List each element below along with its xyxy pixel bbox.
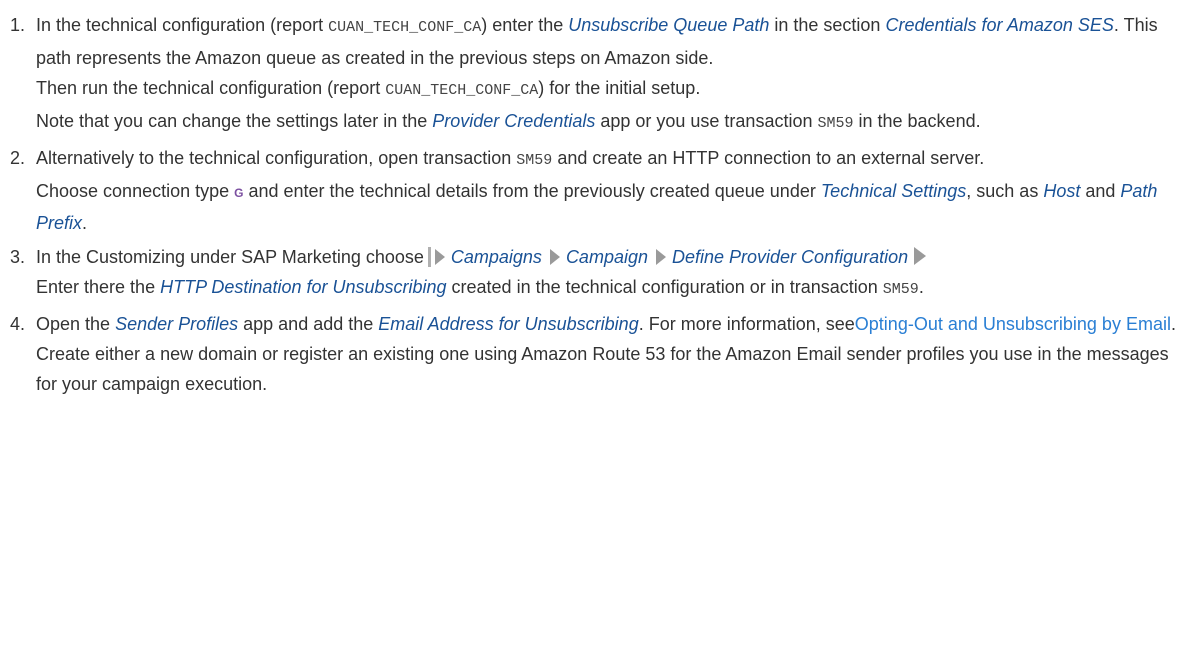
step-3: 3. In the Customizing under SAP Marketin… xyxy=(10,242,1183,305)
document-page: 1. In the technical configuration (repor… xyxy=(0,0,1203,663)
step-number: 1. xyxy=(10,15,26,35)
field-name: Email Address for Unsubscribing xyxy=(378,314,639,334)
field-name: Unsubscribe Queue Path xyxy=(568,15,770,35)
menu-path-end-icon xyxy=(914,247,927,265)
menu-path-item: Define Provider Configuration xyxy=(671,247,909,267)
step-2-paragraph-2: Choose connection type G and enter the t… xyxy=(36,181,1158,233)
menu-path-item: Campaign xyxy=(565,247,648,267)
step-1-paragraph-3: Note that you can change the settings la… xyxy=(36,111,981,132)
step-3-paragraph-2: Enter there the HTTP Destination for Uns… xyxy=(36,277,924,298)
app-name: Sender Profiles xyxy=(115,314,239,334)
opting-out-link[interactable]: Opting-Out and Unsubscribing by Email xyxy=(855,314,1171,334)
step-2: 2. Alternatively to the technical config… xyxy=(10,143,1183,238)
ui-term: Host xyxy=(1043,181,1081,201)
step-number: 4. xyxy=(10,314,26,334)
section-name: Credentials for Amazon SES xyxy=(885,15,1114,35)
report-code: CUAN_TECH_CONF_CA xyxy=(328,19,482,36)
app-name: Provider Credentials xyxy=(432,111,596,131)
step-4-paragraph-1: Open the Sender Profiles app and add the… xyxy=(36,314,1176,334)
menu-path-arrow-icon xyxy=(549,249,560,265)
report-code: CUAN_TECH_CONF_CA xyxy=(385,82,539,99)
step-4-paragraph-2: Create either a new domain or register a… xyxy=(36,344,1169,394)
menu-path-arrow-icon xyxy=(434,249,445,265)
transaction-code: SM59 xyxy=(516,152,553,169)
field-name: HTTP Destination for Unsubscribing xyxy=(160,277,447,297)
step-4: 4. Open the Sender Profiles app and add … xyxy=(10,309,1183,399)
menu-path-item: Campaigns xyxy=(450,247,542,267)
step-1-paragraph-1: In the technical configuration (report C… xyxy=(36,15,1158,68)
step-3-paragraph-1: In the Customizing under SAP Marketing c… xyxy=(36,242,1183,272)
step-number: 2. xyxy=(10,148,26,168)
procedure-steps: 1. In the technical configuration (repor… xyxy=(10,10,1183,399)
menu-path-arrow-icon xyxy=(655,249,666,265)
transaction-code: SM59 xyxy=(817,115,854,132)
step-2-paragraph-1: Alternatively to the technical configura… xyxy=(36,148,985,169)
menu-path-start-icon xyxy=(427,247,431,267)
ui-term: Technical Settings xyxy=(820,181,967,201)
step-1: 1. In the technical configuration (repor… xyxy=(10,10,1183,139)
transaction-code: SM59 xyxy=(882,281,919,298)
step-number: 3. xyxy=(10,247,26,267)
step-1-paragraph-2: Then run the technical configuration (re… xyxy=(36,78,701,99)
